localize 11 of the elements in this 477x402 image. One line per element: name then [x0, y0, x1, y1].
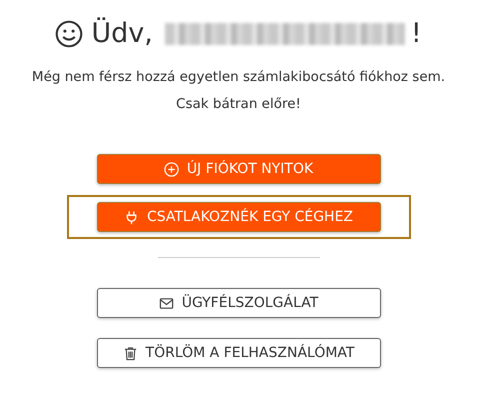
- exclamation-text: !: [410, 18, 422, 49]
- message-text: Csak bátran előre!: [176, 96, 301, 113]
- trash-icon: [122, 346, 138, 360]
- message-text: Még nem férsz hozzá egyetlen számlakibocsátó fiókhoz sem.: [32, 69, 446, 86]
- support-button[interactable]: ÜGYFÉLSZOLGÁLAT: [96, 288, 380, 318]
- envelope-icon: [158, 296, 174, 310]
- greeting-text: Üdv,: [91, 18, 153, 49]
- plus-circle-icon: [164, 162, 179, 176]
- plug-icon: [124, 210, 139, 224]
- delete-user-button[interactable]: TÖRLÖM A FELHASZNÁLÓMAT: [96, 338, 380, 368]
- smiley-icon: [55, 20, 84, 48]
